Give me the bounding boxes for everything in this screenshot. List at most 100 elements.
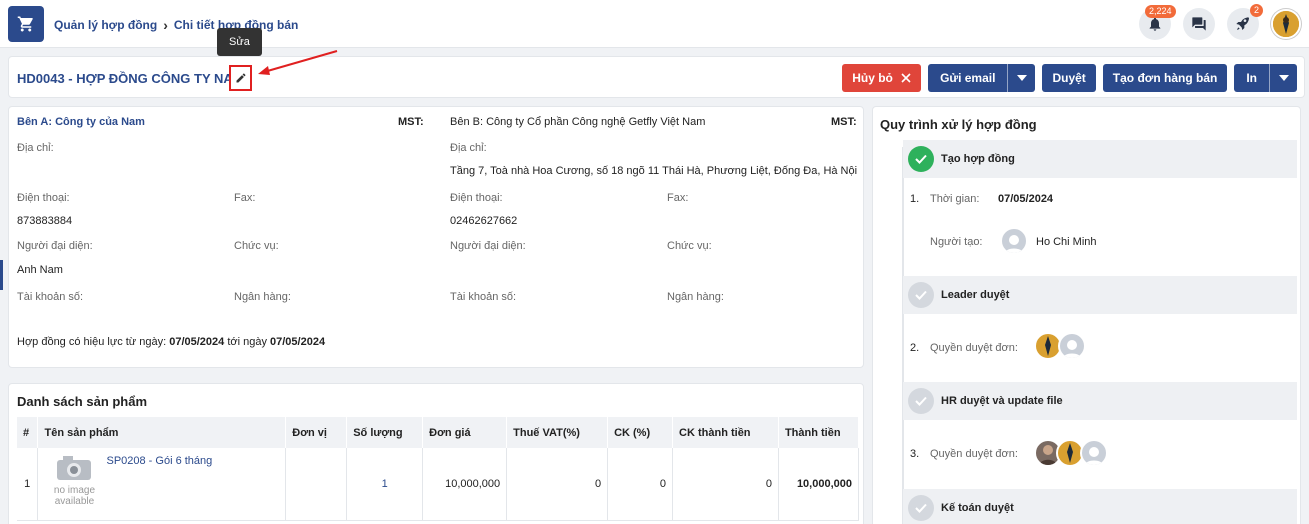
- column-header: CK (%): [607, 417, 674, 448]
- annotation-arrow: [258, 50, 338, 75]
- chevron-down-icon: [1278, 75, 1289, 81]
- party-a-phone: 873883884: [17, 215, 73, 227]
- contract-title: HD0043 - HỢP ĐỒNG CÔNG TY NAM: [17, 71, 244, 86]
- workflow-step-accounting: Kế toán duyệt: [903, 489, 1297, 524]
- party-a-tax-label: MST:: [398, 116, 424, 128]
- column-header: Đơn vị: [285, 417, 348, 448]
- party-b-fax-label: Fax:: [667, 192, 689, 204]
- table-row: 1 no image available SP0208 - Gói 6 thán…: [17, 448, 860, 521]
- approvers-label: Quyền duyệt đơn:: [930, 448, 1018, 460]
- column-header: Thành tiền: [778, 417, 860, 448]
- cancel-button[interactable]: Hủy bỏ: [842, 64, 922, 92]
- product-cell: no image available SP0208 - Gói 6 tháng: [37, 448, 287, 521]
- breadcrumb-contracts[interactable]: Quản lý hợp đồng: [54, 18, 157, 32]
- step2-approvers-row: 2. Quyền duyệt đơn:: [910, 342, 1018, 354]
- product-name-link[interactable]: SP0208 - Gói 6 tháng: [106, 455, 212, 467]
- price-cell: 10,000,000: [422, 448, 508, 521]
- effective-to-date: 07/05/2024: [270, 336, 326, 348]
- row-index: 1: [17, 448, 39, 521]
- avatar: [1080, 439, 1108, 467]
- left-edge-indicator: [0, 260, 3, 290]
- effective-period: Hợp đồng có hiệu lực từ ngày: 07/05/2024…: [17, 336, 325, 348]
- chat-icon: [1192, 17, 1206, 31]
- notification-count-badge: 2,224: [1145, 5, 1176, 18]
- rocket-icon: [1236, 17, 1249, 30]
- party-b-phone-label: Điện thoại:: [450, 192, 503, 204]
- effective-from-date: 07/05/2024: [169, 336, 225, 348]
- workflow-step-leader: Leader duyệt: [903, 276, 1297, 314]
- no-image-placeholder: no image available: [44, 454, 104, 507]
- column-header: #: [17, 417, 39, 448]
- action-buttons: Hủy bỏ Gửi email Duyệt Tạo đơn hàng bán …: [842, 64, 1297, 92]
- quantity-cell: 1: [346, 448, 424, 521]
- edit-button[interactable]: [229, 65, 252, 91]
- user-avatar[interactable]: [1271, 9, 1301, 39]
- party-a-account-label: Tài khoản số:: [17, 291, 84, 303]
- check-circle-icon: [908, 388, 934, 414]
- chat-button[interactable]: [1183, 8, 1215, 40]
- close-icon: [901, 73, 911, 83]
- party-a-name: Bên A: Công ty của Nam: [17, 116, 145, 128]
- top-bar: Quản lý hợp đồng › Chi tiết hợp đồng bán…: [0, 0, 1309, 48]
- contract-parties-panel: Bên A: Công ty của Nam MST: Bên B: Công …: [8, 106, 864, 368]
- party-a-bank-label: Ngân hàng:: [234, 291, 291, 303]
- approve-button[interactable]: Duyệt: [1042, 64, 1096, 92]
- workflow-step-hr: HR duyệt và update file: [903, 382, 1297, 420]
- avatar: [1058, 332, 1086, 360]
- party-a-representative-label: Người đại diện:: [17, 240, 93, 252]
- step-number: 2.: [910, 342, 920, 354]
- product-table: # Tên sản phẩm Đơn vị Số lượng Đơn giá T…: [17, 417, 860, 521]
- workflow-step-create: Tạo hợp đồng: [903, 140, 1297, 178]
- discount-percent-cell: 0: [607, 448, 674, 521]
- party-a-phone-label: Điện thoại:: [17, 192, 70, 204]
- step3-approvers-row: 3. Quyền duyệt đơn:: [910, 448, 1018, 460]
- party-a-representative: Anh Nam: [17, 264, 63, 276]
- total-cell: 10,000,000: [778, 448, 860, 521]
- print-button[interactable]: In: [1234, 64, 1269, 92]
- timeline-line: [902, 147, 904, 524]
- camera-icon: [57, 456, 92, 480]
- cart-logo-icon[interactable]: [8, 6, 44, 42]
- bell-icon: [1149, 17, 1161, 31]
- check-circle-icon: [908, 495, 934, 521]
- effective-mid: tới ngày: [227, 336, 267, 348]
- workflow-title: Quy trình xử lý hợp đồng: [880, 117, 1037, 132]
- party-b-position-label: Chức vụ:: [667, 240, 712, 252]
- check-circle-icon: [908, 146, 934, 172]
- notification-button[interactable]: 2,224: [1139, 5, 1176, 40]
- send-email-dropdown-toggle[interactable]: [1007, 64, 1035, 92]
- step-number: 3.: [910, 448, 920, 460]
- print-dropdown-toggle[interactable]: [1269, 64, 1297, 92]
- contract-workflow-panel: Quy trình xử lý hợp đồng Tạo hợp đồng 1.…: [872, 106, 1301, 524]
- create-sales-order-button[interactable]: Tạo đơn hàng bán: [1102, 64, 1228, 92]
- step-name: Leader duyệt: [941, 289, 1010, 301]
- print-button-group: In: [1234, 64, 1297, 92]
- time-label: Thời gian:: [930, 193, 980, 205]
- step-name: HR duyệt và update file: [941, 395, 1063, 407]
- edit-tooltip: Sửa: [217, 28, 262, 56]
- party-a-position-label: Chức vụ:: [234, 240, 279, 252]
- unit-cell: [285, 448, 348, 521]
- approvers-label: Quyền duyệt đơn:: [930, 342, 1018, 354]
- chevron-down-icon: [1016, 75, 1027, 81]
- party-a-fax-label: Fax:: [234, 192, 256, 204]
- avatar: [1000, 227, 1028, 255]
- chevron-right-icon: ›: [163, 17, 168, 33]
- contract-title-bar: HD0043 - HỢP ĐỒNG CÔNG TY NAM Hủy bỏ Gửi…: [8, 56, 1305, 98]
- created-time: 07/05/2024: [998, 193, 1054, 205]
- party-b-phone: 02462627662: [450, 215, 518, 227]
- send-email-button[interactable]: Gửi email: [928, 64, 1007, 92]
- top-icons: 2,224 2: [1139, 4, 1301, 40]
- column-header: Tên sản phẩm: [37, 417, 287, 448]
- step-name: Tạo hợp đồng: [941, 153, 1015, 165]
- party-b-tax-label: MST:: [831, 116, 857, 128]
- step-number: 1.: [910, 193, 920, 205]
- step-name: Kế toán duyệt: [941, 502, 1014, 514]
- rocket-button[interactable]: 2: [1227, 4, 1263, 40]
- party-b-address-label: Địa chỉ:: [450, 142, 487, 154]
- send-email-button-group: Gửi email: [928, 64, 1036, 92]
- party-b-account-label: Tài khoản số:: [450, 291, 517, 303]
- creator-label: Người tạo:: [930, 236, 983, 248]
- party-b-representative-label: Người đại diện:: [450, 240, 526, 252]
- effective-prefix: Hợp đồng có hiệu lực từ ngày:: [17, 336, 167, 348]
